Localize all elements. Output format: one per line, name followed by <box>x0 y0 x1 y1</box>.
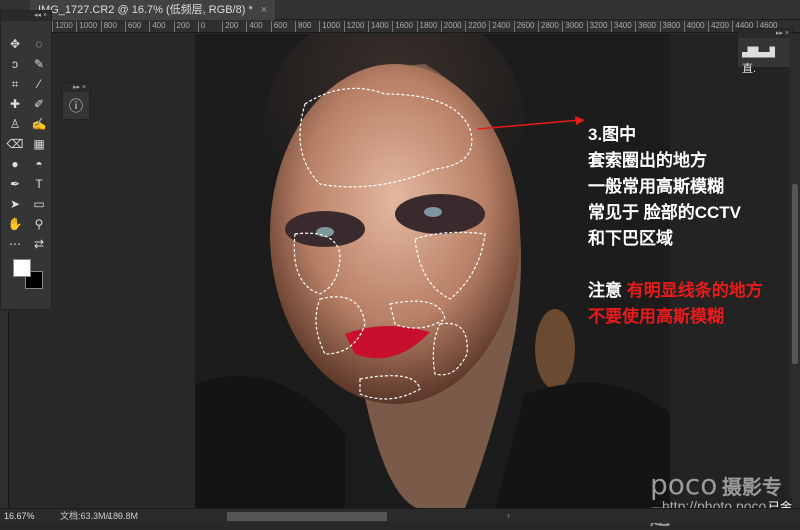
annotation-text: 3.图中套索圈出的地方 一般常用高斯模糊 常见于 脸部的CCTV 和下巴区域 注意 有… <box>588 122 763 330</box>
ruler-tick-label: 2800 <box>538 21 559 32</box>
ruler-tick-label: 400 <box>149 21 166 32</box>
blur-tool-icon[interactable]: ● <box>3 155 27 173</box>
type-tool-icon[interactable]: T <box>27 175 51 193</box>
vertical-ruler[interactable] <box>0 310 9 508</box>
gradient-tool-icon[interactable]: ▦ <box>27 135 51 153</box>
ruler-tick-label: 800 <box>295 21 311 32</box>
lasso-tool-icon[interactable]: ↄ <box>3 55 27 73</box>
eyedropper-tool-icon[interactable]: ⁄ <box>27 75 51 93</box>
histogram-panel: ▸▸ × ▟▙▟ 直. <box>737 28 793 75</box>
horizontal-scroll-thumb[interactable] <box>227 512 387 521</box>
note-line: 3.图中 <box>588 125 637 144</box>
ruler-tick-label: 2600 <box>513 21 534 32</box>
ruler-tick-label: 1200 <box>343 21 364 32</box>
ruler-tick-label: 2200 <box>465 21 486 32</box>
histogram-icon[interactable]: ▟▙▟ <box>742 47 775 59</box>
scroll-left-icon[interactable]: ‹ <box>117 508 120 522</box>
warning-text: 不要使用高斯模糊 <box>588 307 724 326</box>
ruler-tick-label: 1400 <box>367 21 389 32</box>
note-line: 套索圈出的地方 <box>588 151 707 170</box>
poco-logo: poco <box>650 468 718 501</box>
status-menu-arrow[interactable]: › <box>107 509 110 523</box>
mini-panel-header[interactable]: ▸▸ × <box>63 83 89 92</box>
ruler-tick-label: 200 <box>222 21 238 32</box>
ruler-tick-label: 600 <box>270 21 287 32</box>
more-tools-icon[interactable]: ⋯ <box>3 235 27 253</box>
ruler-tick-label: 400 <box>246 21 263 32</box>
hand-tool-icon[interactable]: ✋ <box>3 215 27 233</box>
ruler-tick-label: 600 <box>124 21 141 32</box>
vertical-scrollbar[interactable] <box>790 34 800 508</box>
ruler-tick-label: 1800 <box>416 21 437 32</box>
ruler-tick-label: 200 <box>173 21 190 32</box>
ruler-tick-label: 1200 <box>52 21 73 32</box>
brush-tool-icon[interactable]: ✐ <box>27 95 51 113</box>
marquee-tool-icon[interactable]: ◌ <box>27 35 51 53</box>
healing-tool-icon[interactable]: ✚ <box>3 95 27 113</box>
ruler-tick-label: 1600 <box>392 21 413 32</box>
note-line: 常见于 脸部的CCTV <box>588 203 741 222</box>
toolbox-header[interactable]: ◂◂ × <box>1 11 51 21</box>
warning-text: 有明显线条的地方 <box>626 281 763 300</box>
ruler-tick-label: 3800 <box>659 21 680 32</box>
horizontal-ruler[interactable]: 1200 1000 800 600 400 200 0 200 400 600 800 1000 120… <box>52 20 800 33</box>
scroll-right-icon[interactable]: › <box>507 508 510 522</box>
note-line: 和下巴区域 <box>588 229 673 248</box>
panel-header[interactable]: ▸▸ × <box>738 29 792 38</box>
info-mini-panel: ▸▸ × ⓘ <box>62 82 90 120</box>
ruler-tick-label: 4200 <box>708 21 729 32</box>
document-tab[interactable]: IMG_1727.CR2 @ 16.7% (低频层, RGB/8) * × <box>30 0 276 20</box>
ruler-tick-label: 1000 <box>76 21 97 32</box>
status-bar: 16.67% 文档:63.3M/189.8M › ‹ › <box>0 508 800 523</box>
history-brush-tool-icon[interactable]: ✍ <box>27 115 51 133</box>
note-line: 一般常用高斯模糊 <box>588 177 724 196</box>
ruler-tick-label: 2000 <box>440 21 462 32</box>
ruler-tick-label: 800 <box>100 21 117 32</box>
path-select-tool-icon[interactable]: ➤ <box>3 195 27 213</box>
warning-prefix: 注意 <box>588 281 627 300</box>
info-icon[interactable]: ⓘ <box>63 92 89 116</box>
ruler-tick-label: 1000 <box>319 21 340 32</box>
toolbox: ◂◂ × ✥ ◌ ↄ ✎ ⌗ ⁄ ✚ ✐ ♙ ✍ ⌫ ▦ ● ◓ ✒ T ➤ ▭ ✋ ⚲ ⋯ ⇄ <box>0 10 52 310</box>
foreground-color-swatch[interactable] <box>13 259 31 277</box>
ruler-tick-label: 2400 <box>489 21 510 32</box>
document-tab-bar: IMG_1727.CR2 @ 16.7% (低频层, RGB/8) * × <box>0 0 800 20</box>
swap-colors-icon[interactable]: ⇄ <box>27 235 51 253</box>
shape-tool-icon[interactable]: ▭ <box>27 195 51 213</box>
ruler-tick-label: 3600 <box>635 21 656 32</box>
ruler-tick-label: 3000 <box>562 21 583 32</box>
ruler-tick-label: 3200 <box>586 21 607 32</box>
ruler-tick-label: 0 <box>197 21 205 32</box>
histogram-label[interactable]: 直. <box>742 63 756 75</box>
zoom-level[interactable]: 16.67% <box>4 509 35 523</box>
crop-tool-icon[interactable]: ⌗ <box>3 75 27 93</box>
ruler-tick-label: 3400 <box>610 21 632 32</box>
zoom-tool-icon[interactable]: ⚲ <box>27 215 51 233</box>
quick-select-tool-icon[interactable]: ✎ <box>27 55 51 73</box>
horizontal-scrollbar[interactable]: ‹ › <box>115 508 785 522</box>
move-tool-icon[interactable]: ✥ <box>3 35 27 53</box>
dodge-tool-icon[interactable]: ◓ <box>27 155 51 173</box>
pen-tool-icon[interactable]: ✒ <box>3 175 27 193</box>
close-tab-icon[interactable]: × <box>261 4 267 16</box>
eraser-tool-icon[interactable]: ⌫ <box>3 135 27 153</box>
stamp-tool-icon[interactable]: ♙ <box>3 115 27 133</box>
document-title: IMG_1727.CR2 @ 16.7% (低频层, RGB/8) * <box>38 4 253 16</box>
ruler-tick-label: 4000 <box>683 21 705 32</box>
vertical-scroll-thumb[interactable] <box>792 184 798 364</box>
